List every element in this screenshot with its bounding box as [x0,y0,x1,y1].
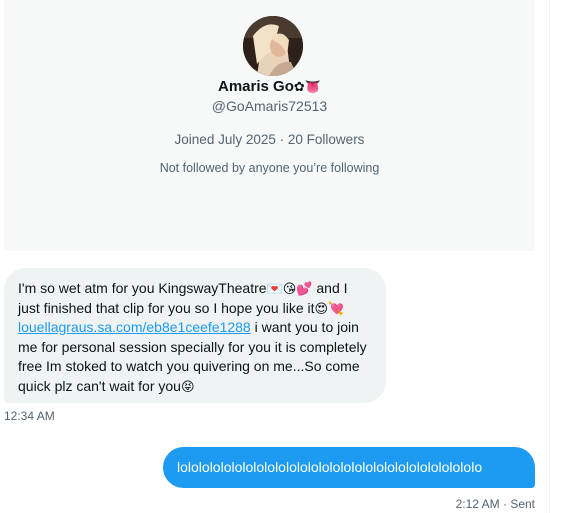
avatar[interactable] [243,16,303,76]
meta-separator: · [502,497,507,511]
outgoing-message-text: lolololololololololololololololololololo… [177,459,483,475]
incoming-message-bubble[interactable]: I'm so wet atm for you KingswayTheatre💌😘… [4,268,386,403]
scrollbar-track[interactable] [549,0,550,513]
incoming-message-time: 12:34 AM [4,409,55,423]
love-letter-emoji: 💌 [266,282,283,297]
stats-separator: · [279,132,285,147]
kiss-emoji: 😘 [282,282,297,297]
flower-emoji: ✿ [293,80,305,95]
profile-card: Amaris Go✿👅 @GoAmaris72513 Joined July 2… [4,0,535,251]
outgoing-message-time: 2:12 AM [455,497,500,511]
tongue-wink-emoji: 😝 [180,379,195,395]
not-followed-notice: Not followed by anyone you’re following [159,161,380,175]
heart-eyes-emoji: 😍 [314,301,329,317]
sent-status: Sent [510,497,535,511]
message-link[interactable]: louellagraus.sa.com/eb8e1ceefe1288 [18,319,251,335]
joined-date: Joined July 2025 [174,132,276,147]
user-handle[interactable]: @GoAmaris72513 [4,97,535,115]
two-hearts-emoji: 💕 [296,282,313,297]
avatar-photo [243,16,303,76]
outgoing-message-meta: 2:12 AM · Sent [456,496,535,512]
followers-count[interactable]: 20 Followers [288,132,365,147]
outgoing-message-bubble[interactable]: lolololololololololololololololololololo… [163,447,535,488]
message-text-part1: I'm so wet atm for you KingswayTheatre [18,280,267,296]
display-name-row[interactable]: Amaris Go✿👅 [4,77,535,97]
tongue-emoji: 👅 [304,80,321,95]
profile-stats: Joined July 2025 · 20 Followers [4,131,535,149]
display-name: Amaris Go [218,78,294,95]
heart-emoji: 💘 [328,301,345,317]
